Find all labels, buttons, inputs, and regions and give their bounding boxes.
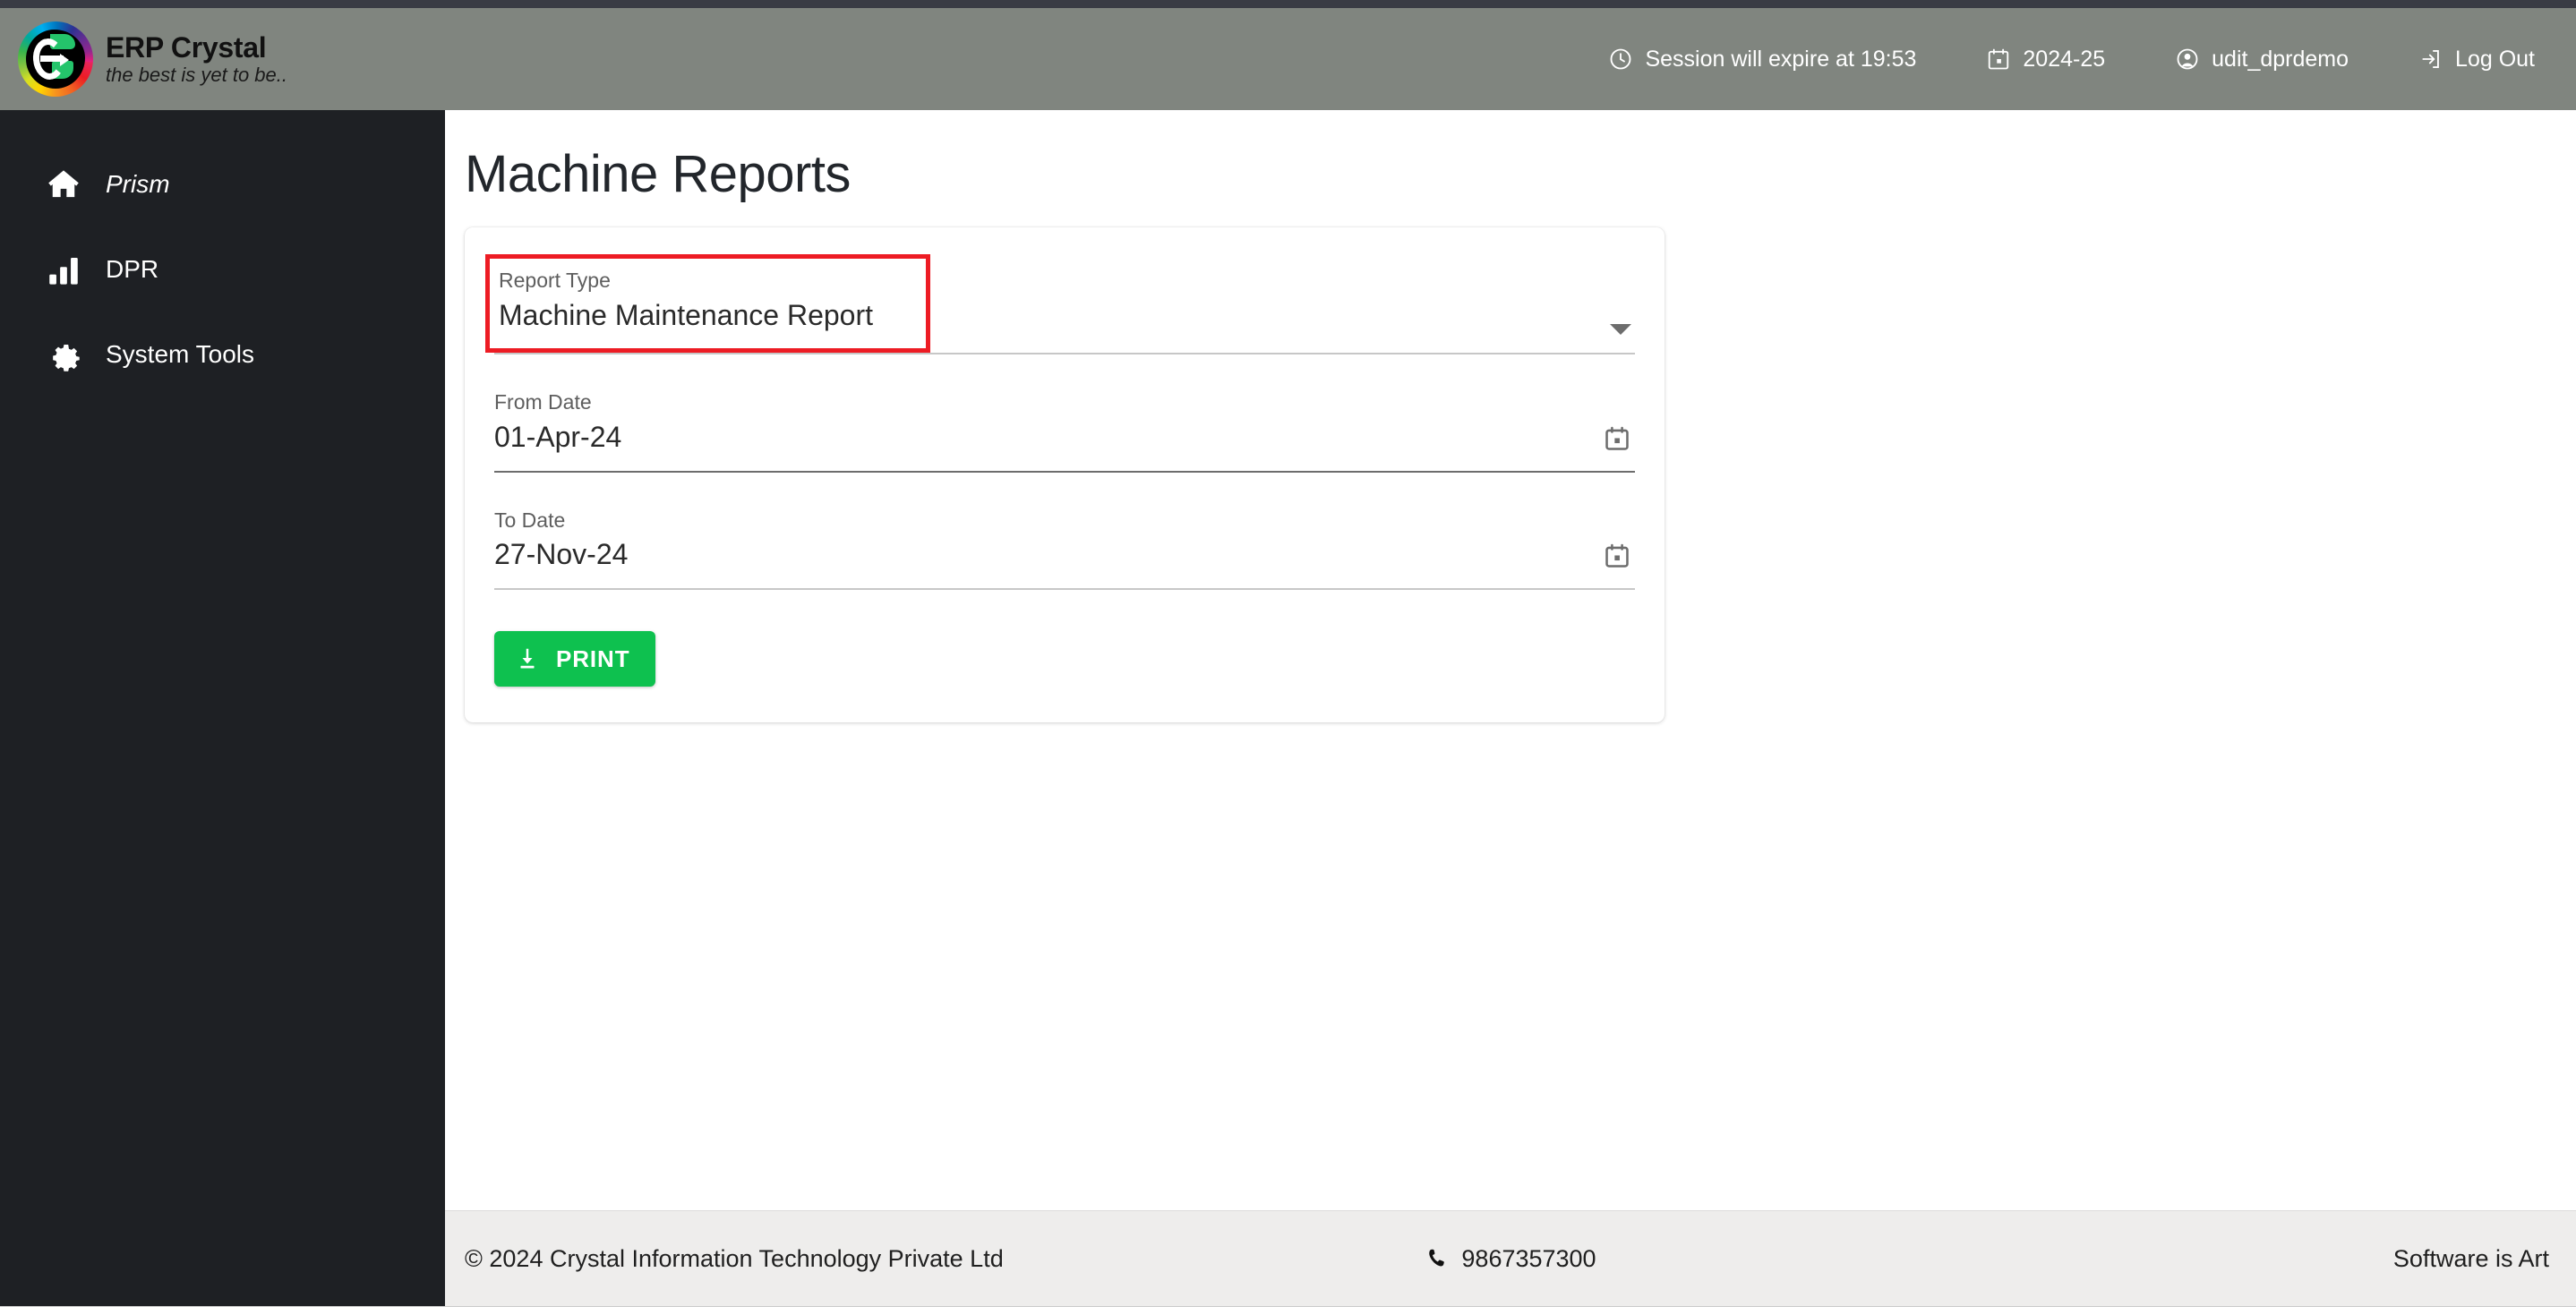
brand-title: ERP Crystal [106,30,267,64]
app-footer: © 2024 Crystal Information Technology Pr… [445,1210,2576,1306]
report-type-dropdown-toggle[interactable] [1610,323,1631,335]
fiscal-year-label: 2024-25 [2023,46,2106,72]
brand-text: ERP Crystal the best is yet to be.. [106,30,288,87]
erp-crystal-logo-icon [18,21,93,97]
to-date-picker-button[interactable] [1603,542,1631,570]
report-type-value: Machine Maintenance Report [499,298,874,331]
to-date-label: To Date [494,508,566,532]
download-icon [514,645,541,672]
brand-tagline: the best is yet to be.. [106,64,288,87]
print-button-label: PRINT [556,645,630,672]
from-date-value: 01-Apr-24 [494,420,622,453]
bar-chart-icon [45,251,90,288]
header-actions: Session will expire at 19:53 2024-25 udi… [1538,47,2576,73]
user-menu-label: udit_dprdemo [2212,46,2349,72]
main-content: Machine Reports Report Type Machine Main… [445,110,2576,1210]
sidebar-item-label: System Tools [106,340,254,368]
app-root: ERP Crystal the best is yet to be.. Sess… [0,0,2576,1315]
logout-icon [2418,47,2443,72]
from-date-label: From Date [494,389,592,414]
app-header: ERP Crystal the best is yet to be.. Sess… [0,8,2576,110]
phone-icon [1425,1246,1450,1271]
to-date-field[interactable]: To Date 27-Nov-24 [494,496,1635,591]
calendar-icon [1605,543,1629,568]
from-date-picker-button[interactable] [1603,424,1631,453]
from-date-field[interactable]: From Date 01-Apr-24 [494,378,1635,473]
user-circle-icon [2175,47,2200,72]
calendar-icon [1605,426,1629,450]
user-menu[interactable]: udit_dprdemo [2175,47,2349,73]
sidebar-item-label: Prism [106,170,170,198]
sidebar-item-label: DPR [106,255,159,283]
print-button[interactable]: PRINT [494,631,655,687]
sidebar-item-dpr[interactable]: DPR [0,242,445,297]
to-date-underline [494,588,1635,591]
home-icon [45,166,90,203]
report-type-label: Report Type [499,269,611,292]
from-date-underline [494,470,1635,473]
footer-copyright: © 2024 Crystal Information Technology Pr… [465,1244,1004,1272]
logout-button[interactable]: Log Out [2418,47,2535,73]
chevron-down-icon [1610,323,1631,335]
calendar-icon [1986,47,2011,72]
footer-tagline: Software is Art [2392,1244,2549,1272]
clock-icon [1608,47,1633,72]
browser-top-strip [0,0,2576,8]
report-form-card: Report Type Machine Maintenance Report F… [465,227,1665,723]
fiscal-year[interactable]: 2024-25 [1986,47,2105,73]
sidebar-item-prism[interactable]: Prism [0,157,445,212]
report-type-underline [494,352,1635,354]
session-timer-label: Session will expire at 19:53 [1645,46,1917,72]
gear-icon [45,335,90,374]
brand-block[interactable]: ERP Crystal the best is yet to be.. [0,8,445,110]
sidebar-item-system-tools[interactable]: System Tools [0,327,445,382]
page-title: Machine Reports [465,145,851,203]
footer-phone-label: 9867357300 [1461,1244,1596,1272]
footer-phone[interactable]: 9867357300 [1425,1245,1596,1273]
sidebar: Prism DPR System Tools [0,110,445,1315]
session-timer: Session will expire at 19:53 [1608,47,1916,73]
logout-label: Log Out [2455,46,2535,72]
to-date-value: 27-Nov-24 [494,538,629,571]
report-type-field[interactable]: Report Type Machine Maintenance Report [485,254,1635,354]
bottom-strip [0,1306,2576,1315]
